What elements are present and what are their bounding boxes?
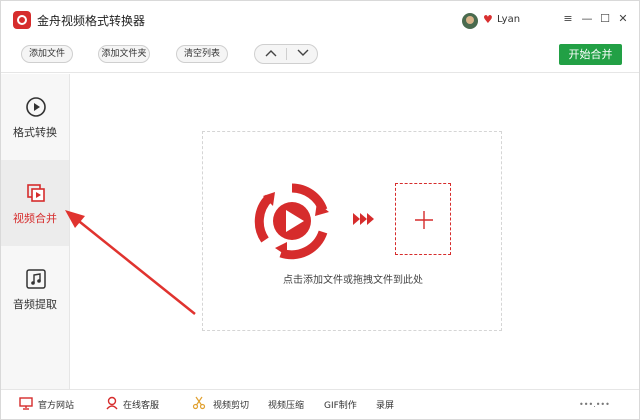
video-cut-link[interactable]: 视频剪切 — [213, 398, 249, 411]
add-file-box[interactable] — [395, 183, 451, 255]
triple-arrow-icon — [353, 213, 374, 225]
screen-record-link[interactable]: 录屏 — [376, 398, 394, 411]
bottom-bar: 官方网站 在线客服 视频剪切 视频压缩 GIF制作 录屏 •••.••• — [1, 389, 639, 419]
sidebar-item-format-convert[interactable]: 格式转换 — [1, 74, 69, 160]
maximize-button[interactable]: ☐ — [597, 11, 613, 27]
video-merge-icon — [27, 184, 45, 202]
video-play-logo-icon — [254, 183, 329, 260]
close-button[interactable]: ✕ — [615, 11, 631, 27]
app-logo-icon — [13, 11, 31, 29]
sidebar-item-label: 格式转换 — [13, 126, 57, 139]
vip-heart-icon: ♥ — [483, 13, 493, 26]
scissors-icon — [192, 396, 206, 410]
clear-list-button[interactable]: 清空列表 — [176, 45, 228, 63]
monitor-icon — [19, 397, 33, 410]
move-down-button[interactable] — [287, 45, 318, 63]
music-note-icon — [26, 269, 46, 289]
minimize-button[interactable]: — — [579, 11, 595, 27]
watermark: •••.••• — [579, 400, 610, 409]
sidebar-item-video-merge[interactable]: 视频合并 — [1, 160, 69, 246]
drop-hint-text: 点击添加文件或拖拽文件到此处 — [283, 275, 423, 286]
annotation-arrow — [65, 210, 196, 315]
start-merge-button[interactable]: 开始合并 — [559, 44, 622, 65]
add-file-button[interactable]: 添加文件 — [21, 45, 73, 63]
drop-zone[interactable]: 点击添加文件或拖拽文件到此处 — [202, 131, 502, 331]
chevron-up-icon — [265, 50, 277, 57]
user-avatar[interactable] — [462, 13, 478, 29]
move-buttons — [254, 44, 318, 64]
app-window: 金舟视频格式转换器 ♥ Lyan ≡ — ☐ ✕ 添加文件 添加文件夹 清空列表… — [0, 0, 640, 420]
sidebar-item-audio-extract[interactable]: 音频提取 — [1, 246, 69, 332]
toolbar: 添加文件 添加文件夹 清空列表 开始合并 — [1, 39, 639, 73]
sidebar: 格式转换 视频合并 音频提取 — [1, 74, 70, 389]
video-compress-link[interactable]: 视频压缩 — [268, 398, 304, 411]
user-name[interactable]: Lyan — [497, 14, 520, 25]
chevron-down-icon — [297, 49, 309, 56]
sidebar-item-label: 音频提取 — [13, 298, 57, 311]
menu-icon[interactable]: ≡ — [560, 11, 576, 27]
move-up-button[interactable] — [255, 45, 286, 63]
online-support-link[interactable]: 在线客服 — [123, 398, 159, 411]
support-icon — [106, 396, 118, 410]
add-folder-button[interactable]: 添加文件夹 — [98, 45, 150, 63]
gif-maker-link[interactable]: GIF制作 — [324, 398, 357, 411]
title-bar: 金舟视频格式转换器 ♥ Lyan ≡ — ☐ ✕ — [1, 1, 639, 39]
app-title: 金舟视频格式转换器 — [37, 14, 146, 28]
sidebar-item-label: 视频合并 — [13, 212, 57, 225]
plus-icon — [415, 211, 433, 229]
official-website-link[interactable]: 官方网站 — [38, 398, 74, 411]
play-circle-icon — [26, 97, 46, 117]
